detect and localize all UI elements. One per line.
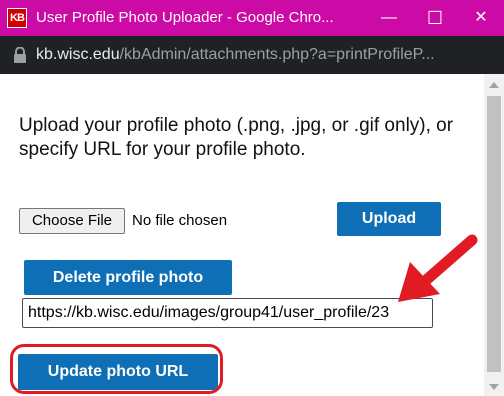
- window-titlebar: KB User Profile Photo Uploader - Google …: [0, 0, 504, 36]
- scroll-down-arrow-icon[interactable]: [489, 384, 499, 390]
- upload-button[interactable]: Upload: [337, 202, 441, 236]
- window-title: User Profile Photo Uploader - Google Chr…: [36, 9, 334, 26]
- page-content: Upload your profile photo (.png, .jpg, o…: [0, 74, 484, 396]
- upload-instructions: Upload your profile photo (.png, .jpg, o…: [19, 115, 454, 160]
- highlight-ring-annotation: [10, 344, 223, 394]
- scroll-up-arrow-icon[interactable]: [489, 82, 499, 88]
- scroll-thumb[interactable]: [487, 96, 501, 372]
- close-button[interactable]: ✕: [458, 0, 504, 36]
- url-text[interactable]: kb.wisc.edu/kbAdmin/attachments.php?a=pr…: [36, 36, 498, 74]
- vertical-scrollbar[interactable]: [484, 74, 504, 396]
- lock-icon: [14, 47, 26, 63]
- choose-file-button[interactable]: Choose File: [19, 208, 125, 234]
- maximize-button[interactable]: ☐: [412, 0, 458, 36]
- red-arrow-annotation: [398, 234, 478, 302]
- photo-url-input[interactable]: https://kb.wisc.edu/images/group41/user_…: [22, 298, 433, 328]
- url-domain: kb.wisc.edu: [36, 46, 120, 63]
- kb-app-icon: KB: [7, 8, 27, 28]
- file-status-text: No file chosen: [132, 212, 228, 229]
- url-path: /kbAdmin/attachments.php?a=printProfileP…: [119, 46, 435, 63]
- minimize-button[interactable]: —: [366, 0, 412, 36]
- address-bar[interactable]: kb.wisc.edu/kbAdmin/attachments.php?a=pr…: [0, 36, 504, 74]
- delete-profile-photo-button[interactable]: Delete profile photo: [24, 260, 232, 295]
